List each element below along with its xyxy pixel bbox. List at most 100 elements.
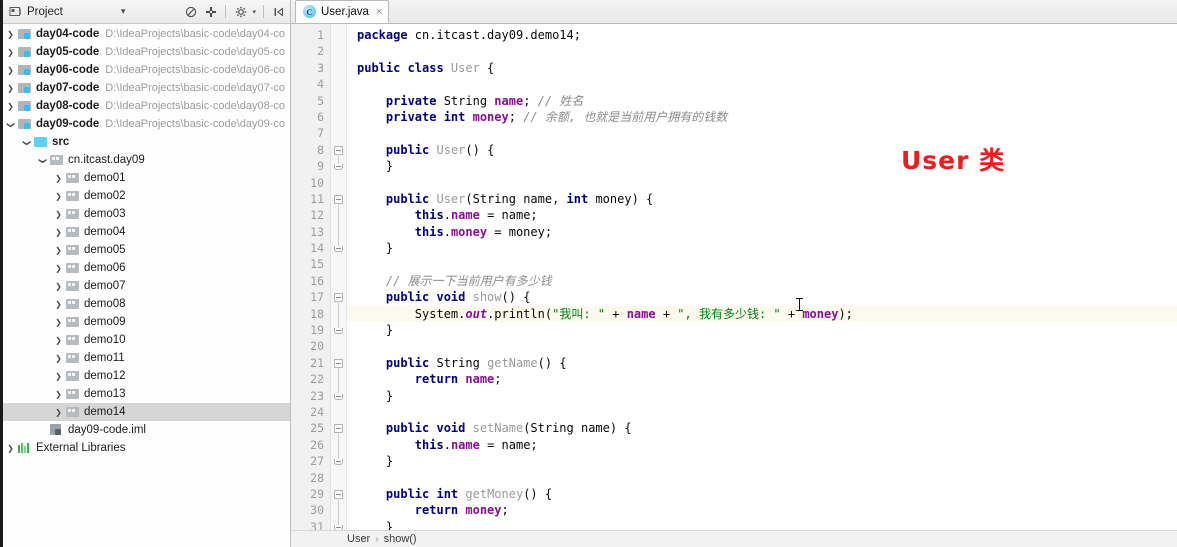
code-line[interactable]: private String name; // 姓名	[347, 93, 1177, 109]
fold-end-icon[interactable]	[334, 459, 343, 466]
editor-tab-user-java[interactable]: C User.java ×	[295, 0, 390, 23]
chevron-right-icon[interactable]	[51, 372, 66, 381]
tree-row[interactable]: cn.itcast.day09	[3, 151, 290, 169]
code-line[interactable]: package cn.itcast.day09.demo14;	[347, 27, 1177, 43]
code-line[interactable]	[347, 175, 1177, 191]
code-line[interactable]: this.name = name;	[347, 207, 1177, 223]
tree-row[interactable]: demo04	[3, 223, 290, 241]
tree-row[interactable]: demo02	[3, 187, 290, 205]
chevron-right-icon[interactable]	[51, 174, 66, 183]
tree-row[interactable]: demo08	[3, 295, 290, 313]
chevron-right-icon[interactable]	[51, 318, 66, 327]
chevron-right-icon[interactable]	[3, 102, 18, 111]
tree-row[interactable]: demo11	[3, 349, 290, 367]
tree-row[interactable]: day07-code D:\IdeaProjects\basic-code\day…	[3, 79, 290, 97]
chevron-right-icon[interactable]	[3, 84, 18, 93]
chevron-right-icon[interactable]	[51, 246, 66, 255]
chevron-right-icon[interactable]	[51, 354, 66, 363]
code-line[interactable]	[347, 43, 1177, 59]
close-icon[interactable]: ×	[376, 6, 382, 18]
chevron-down-icon[interactable]	[3, 120, 18, 129]
tree-row[interactable]: day05-code D:\IdeaProjects\basic-code\day…	[3, 43, 290, 61]
tree-row[interactable]: demo13	[3, 385, 290, 403]
chevron-right-icon[interactable]	[51, 210, 66, 219]
tree-row[interactable]: day09-code D:\IdeaProjects\basic-code\day…	[3, 115, 290, 133]
code-line[interactable]: // 展示一下当前用户有多少钱	[347, 273, 1177, 289]
breadcrumb-item-method[interactable]: show()	[384, 533, 417, 545]
tree-row[interactable]: day08-code D:\IdeaProjects\basic-code\day…	[3, 97, 290, 115]
code-line[interactable]: }	[347, 240, 1177, 256]
chevron-right-icon[interactable]	[51, 408, 66, 417]
code-line[interactable]: System.out.println("我叫: " + name + ", 我有…	[347, 305, 1177, 323]
tree-row[interactable]: demo12	[3, 367, 290, 385]
code-line[interactable]: this.money = money;	[347, 224, 1177, 240]
code-line[interactable]: }	[347, 453, 1177, 469]
tree-row[interactable]: day04-code D:\IdeaProjects\basic-code\day…	[3, 25, 290, 43]
chevron-right-icon[interactable]	[3, 444, 18, 453]
code-line[interactable]	[347, 338, 1177, 354]
chevron-right-icon[interactable]	[51, 228, 66, 237]
fold-end-icon[interactable]	[334, 524, 343, 530]
code-line[interactable]: this.name = name;	[347, 437, 1177, 453]
tree-row[interactable]: day06-code D:\IdeaProjects\basic-code\day…	[3, 61, 290, 79]
code-line[interactable]: public User(String name, int money) {	[347, 191, 1177, 207]
scroll-from-source-icon[interactable]	[203, 4, 218, 19]
code-line[interactable]: }	[347, 519, 1177, 530]
chevron-right-icon[interactable]	[3, 48, 18, 57]
settings-chevron-down-icon[interactable]: ▾	[252, 8, 256, 16]
chevron-right-icon[interactable]	[51, 300, 66, 309]
chevron-down-icon[interactable]	[19, 138, 34, 147]
code-line[interactable]: return name;	[347, 371, 1177, 387]
tree-row[interactable]: demo14	[3, 403, 290, 421]
chevron-right-icon[interactable]	[51, 192, 66, 201]
chevron-right-icon[interactable]	[3, 30, 18, 39]
tree-row[interactable]: External Libraries	[3, 439, 290, 457]
chevron-right-icon[interactable]	[51, 390, 66, 399]
tree-row[interactable]: demo05	[3, 241, 290, 259]
code-line[interactable]	[347, 125, 1177, 141]
chevron-right-icon[interactable]	[51, 264, 66, 273]
tree-row[interactable]: src	[3, 133, 290, 151]
code-folding-strip[interactable]	[331, 24, 347, 530]
code-line[interactable]: public User() {	[347, 142, 1177, 158]
hide-panel-icon[interactable]	[271, 4, 286, 19]
collapse-all-icon[interactable]	[183, 4, 198, 19]
tree-row[interactable]: demo03	[3, 205, 290, 223]
code-line[interactable]: public void setName(String name) {	[347, 420, 1177, 436]
tree-row[interactable]: demo09	[3, 313, 290, 331]
tree-row[interactable]: demo07	[3, 277, 290, 295]
code-line[interactable]	[347, 404, 1177, 420]
chevron-right-icon[interactable]	[3, 66, 18, 75]
code-line[interactable]	[347, 76, 1177, 92]
code-line[interactable]: private int money; // 余额, 也就是当前用户拥有的钱数	[347, 109, 1177, 125]
tree-row[interactable]: demo06	[3, 259, 290, 277]
fold-end-icon[interactable]	[334, 246, 343, 253]
project-tree[interactable]: day04-code D:\IdeaProjects\basic-code\day…	[3, 24, 290, 547]
code-line[interactable]: return money;	[347, 502, 1177, 518]
tree-item-label: External Libraries	[36, 442, 126, 454]
chevron-right-icon[interactable]	[51, 336, 66, 345]
fold-end-icon[interactable]	[334, 393, 343, 400]
code-line[interactable]: }	[347, 158, 1177, 174]
code-line[interactable]: public int getMoney() {	[347, 486, 1177, 502]
code-line[interactable]: public class User {	[347, 60, 1177, 76]
code-line[interactable]: }	[347, 322, 1177, 338]
tree-row[interactable]: day09-code.iml	[3, 421, 290, 439]
tree-row[interactable]: demo10	[3, 331, 290, 349]
breadcrumb-item-class[interactable]: User	[347, 533, 370, 545]
project-view-icon	[9, 5, 22, 19]
code-line[interactable]: public String getName() {	[347, 355, 1177, 371]
tree-row[interactable]: demo01	[3, 169, 290, 187]
fold-end-icon[interactable]	[334, 164, 343, 171]
chevron-down-icon[interactable]	[35, 156, 50, 165]
project-scope-dropdown-icon[interactable]: ▾	[116, 4, 131, 19]
code-line[interactable]	[347, 470, 1177, 486]
code-line[interactable]: public void show() {	[347, 289, 1177, 305]
code-content[interactable]: package cn.itcast.day09.demo14; public c…	[347, 24, 1177, 530]
code-editor[interactable]: 1 2 3 4 5 6 7 8 9 10 11 12 13 14 15 16 17 18 19 20 21 22 23 24 2…	[291, 24, 1177, 530]
code-line[interactable]: }	[347, 388, 1177, 404]
chevron-right-icon[interactable]	[51, 282, 66, 291]
code-line[interactable]	[347, 256, 1177, 272]
settings-gear-icon[interactable]	[233, 4, 248, 19]
fold-end-icon[interactable]	[334, 328, 343, 335]
